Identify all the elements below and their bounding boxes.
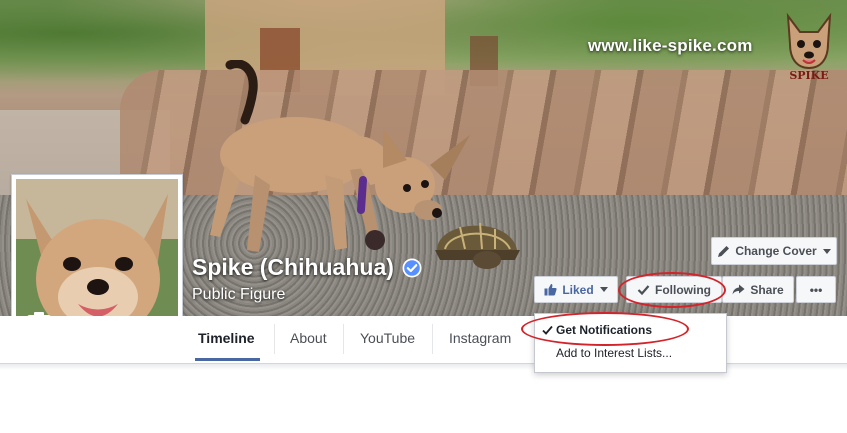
page-category: Public Figure	[192, 286, 286, 303]
more-label: •••	[809, 282, 823, 297]
share-button[interactable]: Share	[722, 276, 794, 303]
liked-button[interactable]: Liked	[534, 276, 618, 303]
following-button[interactable]: Following	[626, 276, 722, 303]
thumbs-up-icon	[544, 284, 557, 296]
menu-item-label: Add to Interest Lists...	[556, 346, 673, 360]
svg-text:SPIKE: SPIKE	[789, 69, 828, 82]
share-arrow-icon	[732, 284, 745, 295]
liked-label: Liked	[562, 282, 594, 297]
menu-item-label: Get Notifications	[556, 323, 653, 337]
tab-youtube[interactable]: YouTube	[360, 316, 415, 360]
change-cover-label: Change Cover	[735, 244, 817, 258]
menu-item-add-to-interest-lists[interactable]: Add to Interest Lists...	[535, 342, 726, 364]
turtle-illustration	[435, 222, 520, 269]
tab-about[interactable]: About	[290, 316, 327, 360]
tab-instagram[interactable]: Instagram	[449, 316, 511, 360]
tab-divider	[343, 324, 344, 354]
menu-item-get-notifications[interactable]: Get Notifications	[535, 319, 726, 341]
tab-timeline[interactable]: Timeline	[198, 316, 255, 360]
page-title[interactable]: Spike (Chihuahua)	[192, 254, 394, 281]
active-tab-indicator	[195, 358, 260, 361]
chevron-down-icon	[822, 248, 831, 254]
page-name-row: Spike (Chihuahua)	[192, 254, 422, 281]
spike-logo: SPIKE	[786, 12, 832, 82]
site-url-watermark: www.like-spike.com	[588, 36, 753, 55]
share-label: Share	[750, 282, 784, 297]
following-dropdown-menu: Get Notifications Add to Interest Lists.…	[534, 313, 727, 373]
checkmark-icon	[542, 325, 553, 335]
verified-badge-icon	[402, 258, 422, 277]
checkmark-icon	[637, 285, 650, 296]
chevron-down-icon	[599, 287, 608, 292]
more-options-button[interactable]: •••	[796, 276, 836, 303]
following-label: Following	[655, 282, 711, 297]
change-cover-button[interactable]: Change Cover	[711, 237, 837, 265]
facebook-page: www.like-spike.com SPIKE Change Cover Sp…	[0, 0, 847, 433]
pencil-icon	[718, 245, 730, 257]
tab-divider	[274, 324, 275, 354]
tab-divider	[432, 324, 433, 354]
